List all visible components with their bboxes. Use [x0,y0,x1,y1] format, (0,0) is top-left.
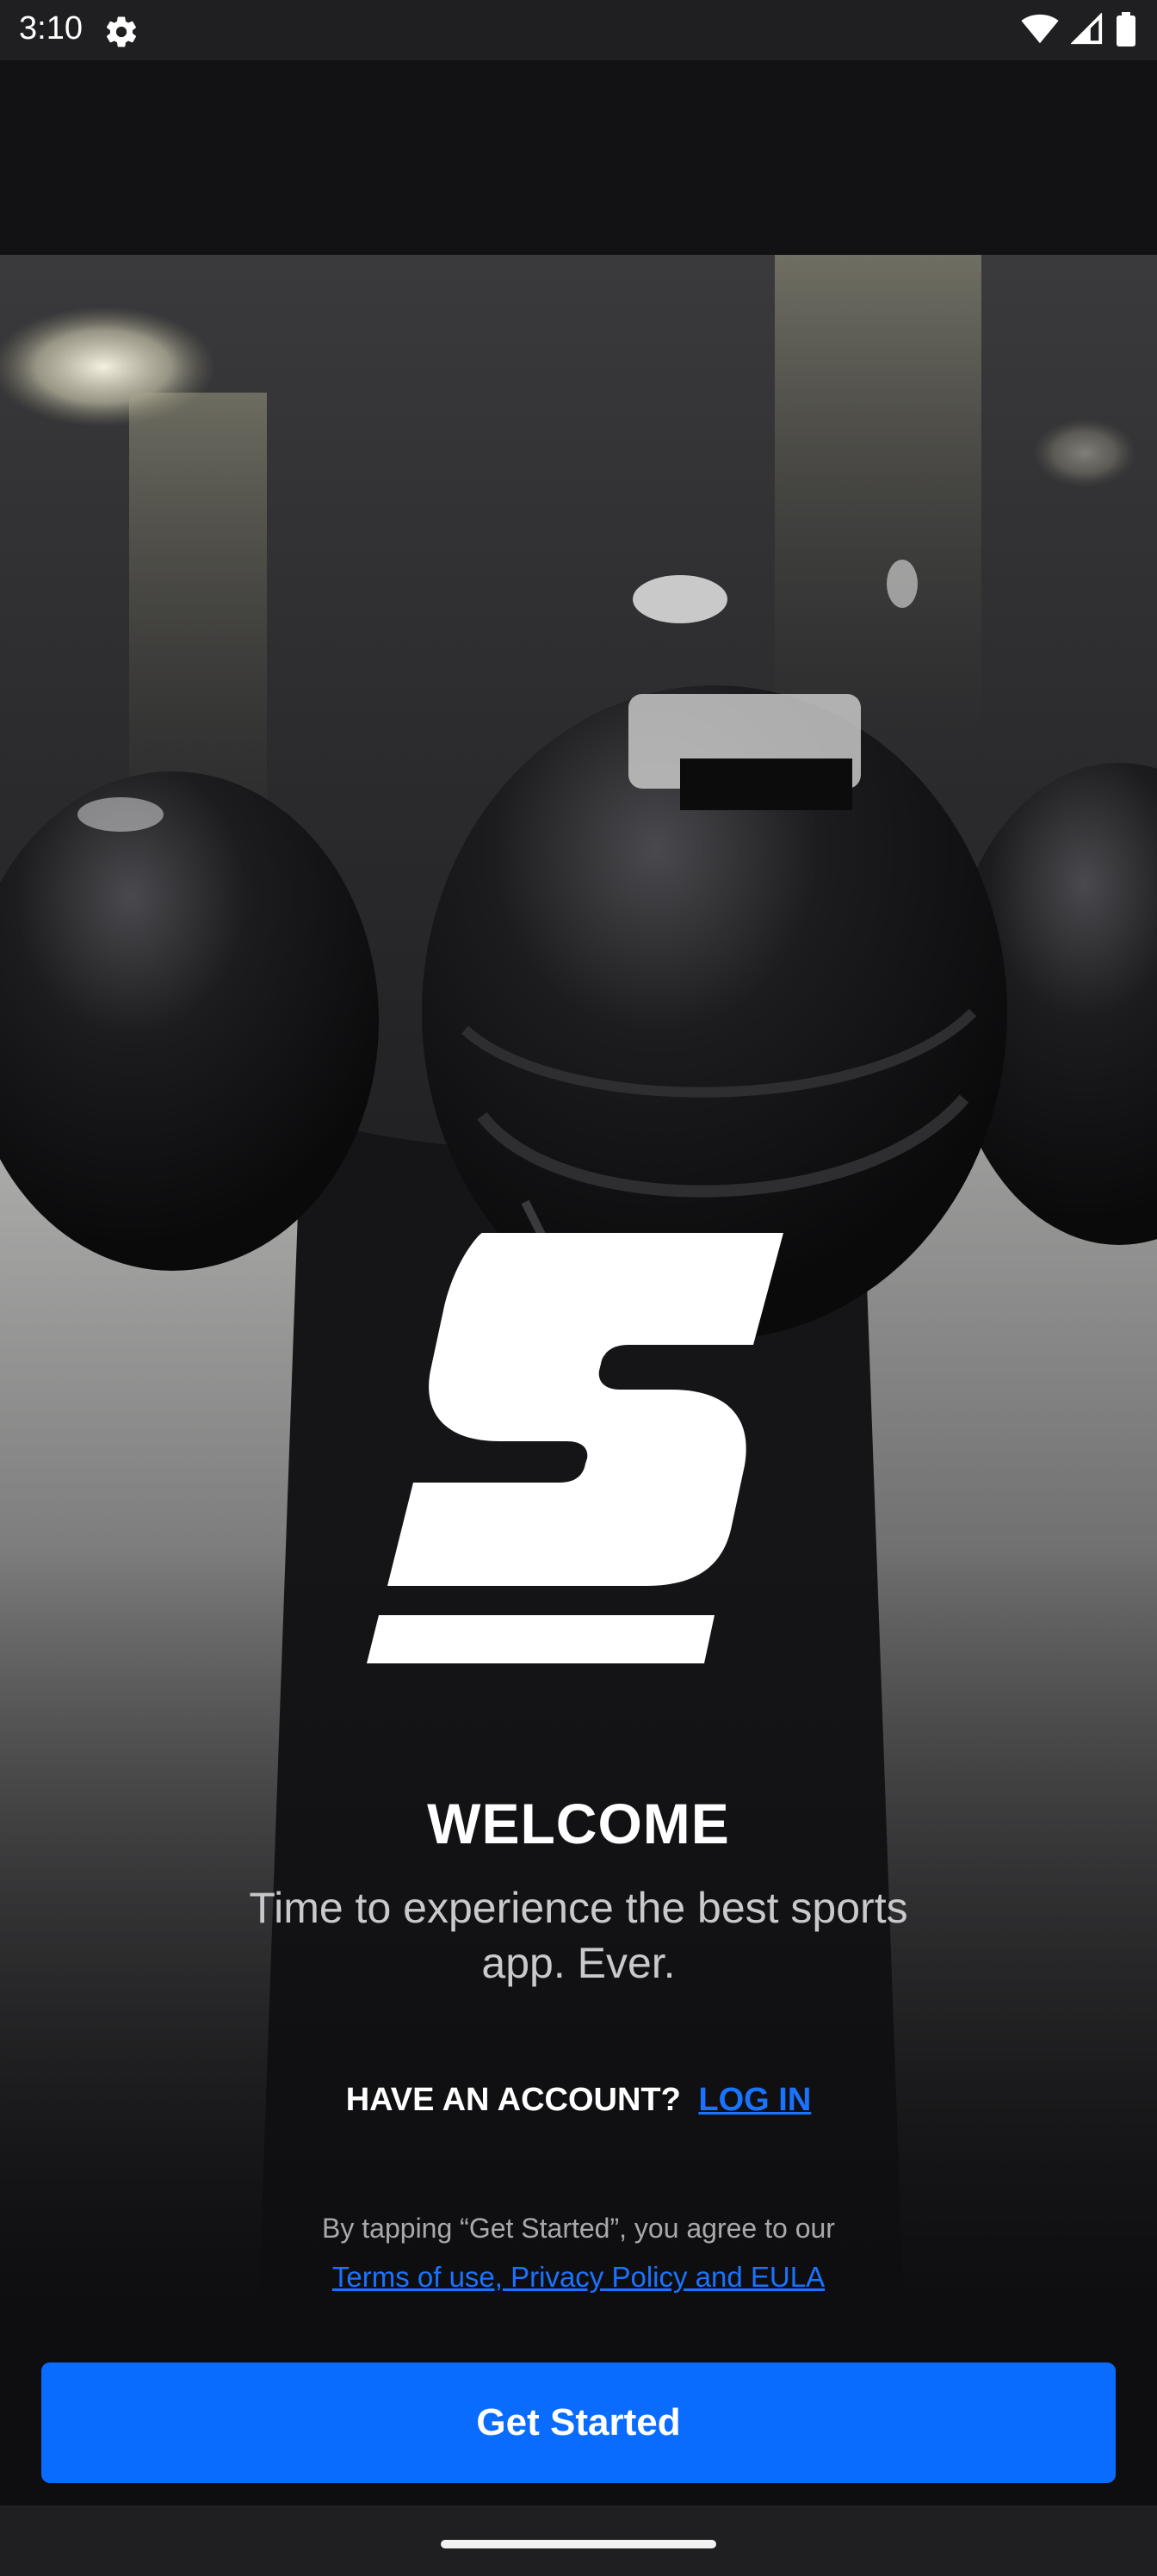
status-time: 3:10 [19,10,83,46]
get-started-button[interactable]: Get Started [41,2362,1116,2483]
account-prompt: HAVE AN ACCOUNT? LOG IN [0,2082,1157,2119]
home-gesture-handle[interactable] [441,2540,716,2548]
status-bar: 3:10 [0,0,1157,60]
settings-gear-icon [106,16,137,47]
welcome-title: WELCOME [427,1792,730,1855]
have-account-label: HAVE AN ACCOUNT? [345,2082,681,2118]
top-band [0,60,1157,255]
hero-image [0,255,1157,2313]
welcome-tagline: Time to experience the best sports app. … [249,1884,908,1987]
wifi-icon [1021,14,1059,44]
status-icons [1021,12,1136,46]
terms-link[interactable]: Terms of use, Privacy Policy and EULA [0,2261,1157,2294]
cellular-signal-icon [1071,13,1103,45]
brand-s-logo-icon [367,1233,783,1663]
battery-icon [1117,12,1135,46]
login-link[interactable]: LOG IN [698,2082,811,2118]
terms-notice: By tapping “Get Started”, you agree to o… [322,2213,835,2244]
